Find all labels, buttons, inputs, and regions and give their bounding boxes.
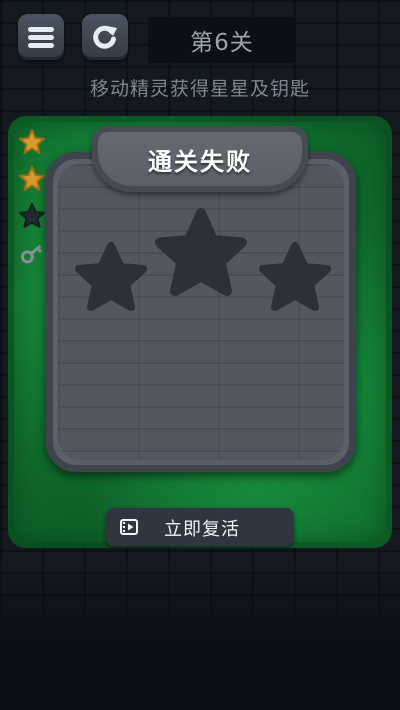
restart-button[interactable]	[82, 14, 128, 60]
level-indicator: 第6关	[148, 17, 296, 63]
star-slot-1	[75, 242, 147, 311]
video-icon	[120, 519, 138, 535]
result-title: 通关失败	[148, 147, 252, 176]
collected-items	[18, 128, 46, 276]
game-screen: 第6关 移动精灵获得星星及钥匙 通关失败 立即复活	[0, 0, 400, 710]
level-label: 第6关	[190, 30, 254, 56]
revive-label: 立即复活	[164, 519, 240, 540]
menu-icon	[28, 24, 54, 51]
revive-button[interactable]: 立即复活	[106, 508, 294, 546]
star-icon	[19, 129, 45, 154]
star-slot-3	[259, 242, 331, 311]
key-icon	[20, 244, 43, 264]
menu-button[interactable]	[18, 14, 64, 60]
result-header: 通关失败	[92, 126, 308, 192]
star-icon	[19, 203, 45, 228]
star-slot-2	[155, 208, 247, 296]
star-icon	[19, 166, 45, 191]
restart-icon	[93, 25, 117, 49]
bottom-shadow	[0, 560, 400, 710]
objective-text: 移动精灵获得星星及钥匙	[89, 78, 310, 100]
